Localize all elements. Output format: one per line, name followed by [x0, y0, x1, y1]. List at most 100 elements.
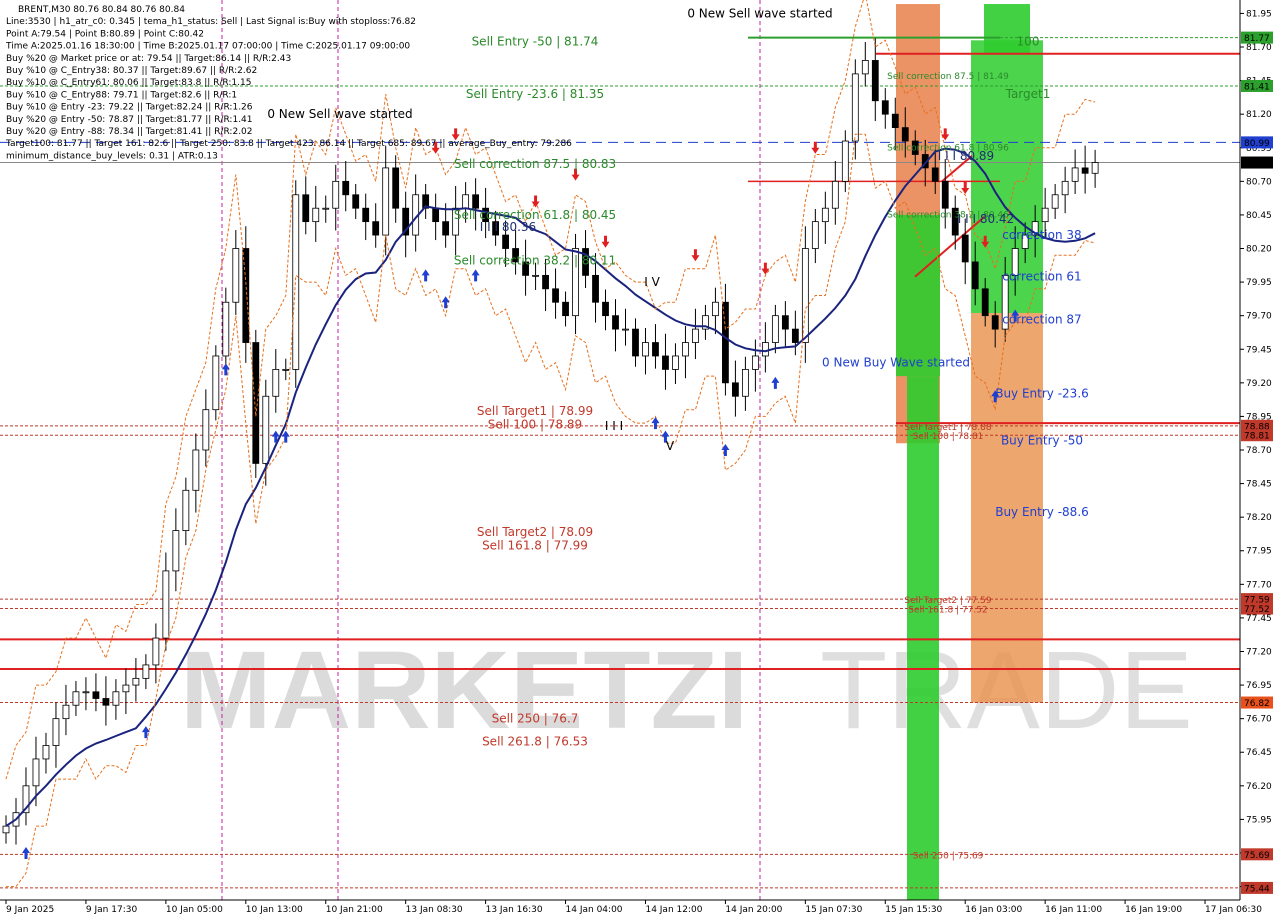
- candle-body: [212, 355, 220, 411]
- chart-annotation: Buy Entry -50: [1001, 434, 1083, 448]
- time-tick-label: 13 Jan 08:30: [406, 905, 463, 915]
- time-tick-label: 17 Jan 06:30: [1205, 905, 1262, 915]
- candle-body: [672, 355, 679, 370]
- candle-body: [532, 274, 539, 277]
- price-tick-label: 77.45: [1246, 614, 1272, 624]
- candle-body: [761, 342, 769, 357]
- candle-body: [222, 301, 230, 357]
- candle-body: [82, 691, 90, 694]
- price-tick-label: 75.95: [1246, 815, 1272, 825]
- candle-body: [602, 301, 609, 317]
- price-badge-label: 80.84: [1244, 159, 1270, 169]
- candle-body: [542, 274, 549, 290]
- candle-body: [622, 328, 629, 331]
- candle-body: [722, 301, 729, 384]
- candle-body: [172, 530, 180, 572]
- candle-body: [841, 140, 849, 182]
- chart-container: MARKETZI TRADE Sell Entry -50 | 81.74Sel…: [0, 0, 1280, 920]
- level-label: Sell 250 | 75.69: [913, 851, 984, 861]
- candle-body: [312, 207, 320, 223]
- chart-annotation: Buy Entry -23.6: [995, 387, 1089, 401]
- candle-body: [682, 342, 689, 357]
- price-tick-label: 77.70: [1246, 580, 1272, 590]
- price-badge-label: 77.52: [1244, 605, 1270, 615]
- candle-body: [891, 113, 899, 129]
- price-tick-label: 80.45: [1246, 211, 1272, 221]
- time-tick-label: 15 Jan 15:30: [885, 905, 942, 915]
- sell-arrow-icon: [691, 249, 700, 262]
- candle-body: [342, 180, 350, 196]
- level-label: Sell 100 | 78.81: [913, 432, 984, 442]
- candle-body: [642, 342, 649, 357]
- price-badge-label: 75.44: [1244, 884, 1270, 894]
- candle-body: [462, 194, 470, 209]
- candle-body: [112, 691, 120, 706]
- chart-annotation: Target1: [1005, 87, 1051, 101]
- time-tick-label: 14 Jan 20:00: [725, 905, 782, 915]
- price-badge-label: 76.82: [1244, 699, 1270, 709]
- candle-body: [372, 221, 380, 236]
- price-tick-label: 78.20: [1246, 513, 1272, 523]
- candle-body: [981, 288, 989, 317]
- candle-body: [1041, 207, 1049, 223]
- sell-arrow-icon: [761, 262, 770, 275]
- chart-annotation: correction 87: [1002, 313, 1081, 327]
- price-tick-label: 78.70: [1246, 446, 1272, 456]
- price-badge-label: 81.77: [1244, 34, 1270, 44]
- level-label: Sell 261.8 | 76.53: [482, 734, 588, 748]
- candle-body: [801, 248, 809, 343]
- candle-body: [811, 221, 819, 249]
- time-tick-label: 14 Jan 04:00: [566, 905, 623, 915]
- price-badge-label: 81.41: [1244, 82, 1270, 92]
- candle-body: [881, 100, 889, 115]
- chart-annotation: I V: [644, 275, 660, 289]
- price-tick-label: 81.95: [1246, 9, 1272, 19]
- info-line: Point A:79.54 | Point B:80.89 | Point C:…: [6, 29, 204, 39]
- candle-body: [52, 718, 60, 746]
- candle-body: [392, 167, 400, 209]
- price-tick-label: 76.70: [1246, 715, 1272, 725]
- chart-annotation: I I I: [605, 419, 623, 433]
- price-chart: MARKETZI TRADE Sell Entry -50 | 81.74Sel…: [0, 0, 1280, 920]
- candle-body: [72, 691, 80, 706]
- candle-body: [362, 207, 370, 223]
- price-tick-label: 81.70: [1246, 43, 1272, 53]
- chart-annotation: V: [666, 439, 675, 453]
- candle-body: [991, 315, 999, 330]
- chart-annotation: correction 38: [1002, 228, 1081, 242]
- info-line: Line:3530 | h1_atr_c0: 0.345 | tema_h1_s…: [6, 17, 416, 27]
- candle-body: [382, 167, 390, 236]
- chart-annotation: Buy Entry -88.6: [995, 505, 1089, 519]
- candle-body: [831, 180, 839, 209]
- price-tick-label: 77.20: [1246, 647, 1272, 657]
- candle-body: [302, 194, 310, 223]
- sell-arrow-icon: [811, 141, 820, 154]
- candle-body: [1051, 194, 1059, 209]
- candle-body: [1091, 162, 1099, 174]
- buy-arrow-icon: [651, 417, 660, 430]
- info-line: Buy %10 @ C_Entry38: 80.37 || Target:89.…: [6, 66, 257, 76]
- candle-body: [592, 274, 599, 303]
- price-tick-label: 79.45: [1246, 345, 1272, 355]
- sell-arrow-icon: [531, 195, 540, 208]
- candle-body: [432, 207, 440, 223]
- candle-body: [1061, 180, 1069, 196]
- price-tick-label: 80.20: [1246, 245, 1272, 255]
- buy-arrow-icon: [441, 296, 450, 309]
- candle-body: [732, 382, 739, 397]
- candle-body: [562, 301, 569, 317]
- candle-body: [2, 825, 10, 834]
- candle-body: [102, 698, 110, 706]
- candle-body: [292, 194, 300, 370]
- candle-body: [272, 369, 280, 397]
- candle-body: [162, 570, 170, 639]
- info-line: Buy %20 @ Entry -88: 78.34 || Target:81.…: [6, 127, 253, 137]
- chart-annotation: 0 New Buy Wave started: [822, 356, 970, 370]
- candle-body: [971, 261, 979, 290]
- price-tick-label: 79.70: [1246, 312, 1272, 322]
- info-line: Buy %10 @ Entry -23: 79.22 || Target:82.…: [6, 103, 253, 113]
- candle-body: [332, 180, 340, 209]
- candle-body: [322, 207, 330, 210]
- price-tick-label: 78.45: [1246, 480, 1272, 490]
- candle-body: [851, 73, 859, 142]
